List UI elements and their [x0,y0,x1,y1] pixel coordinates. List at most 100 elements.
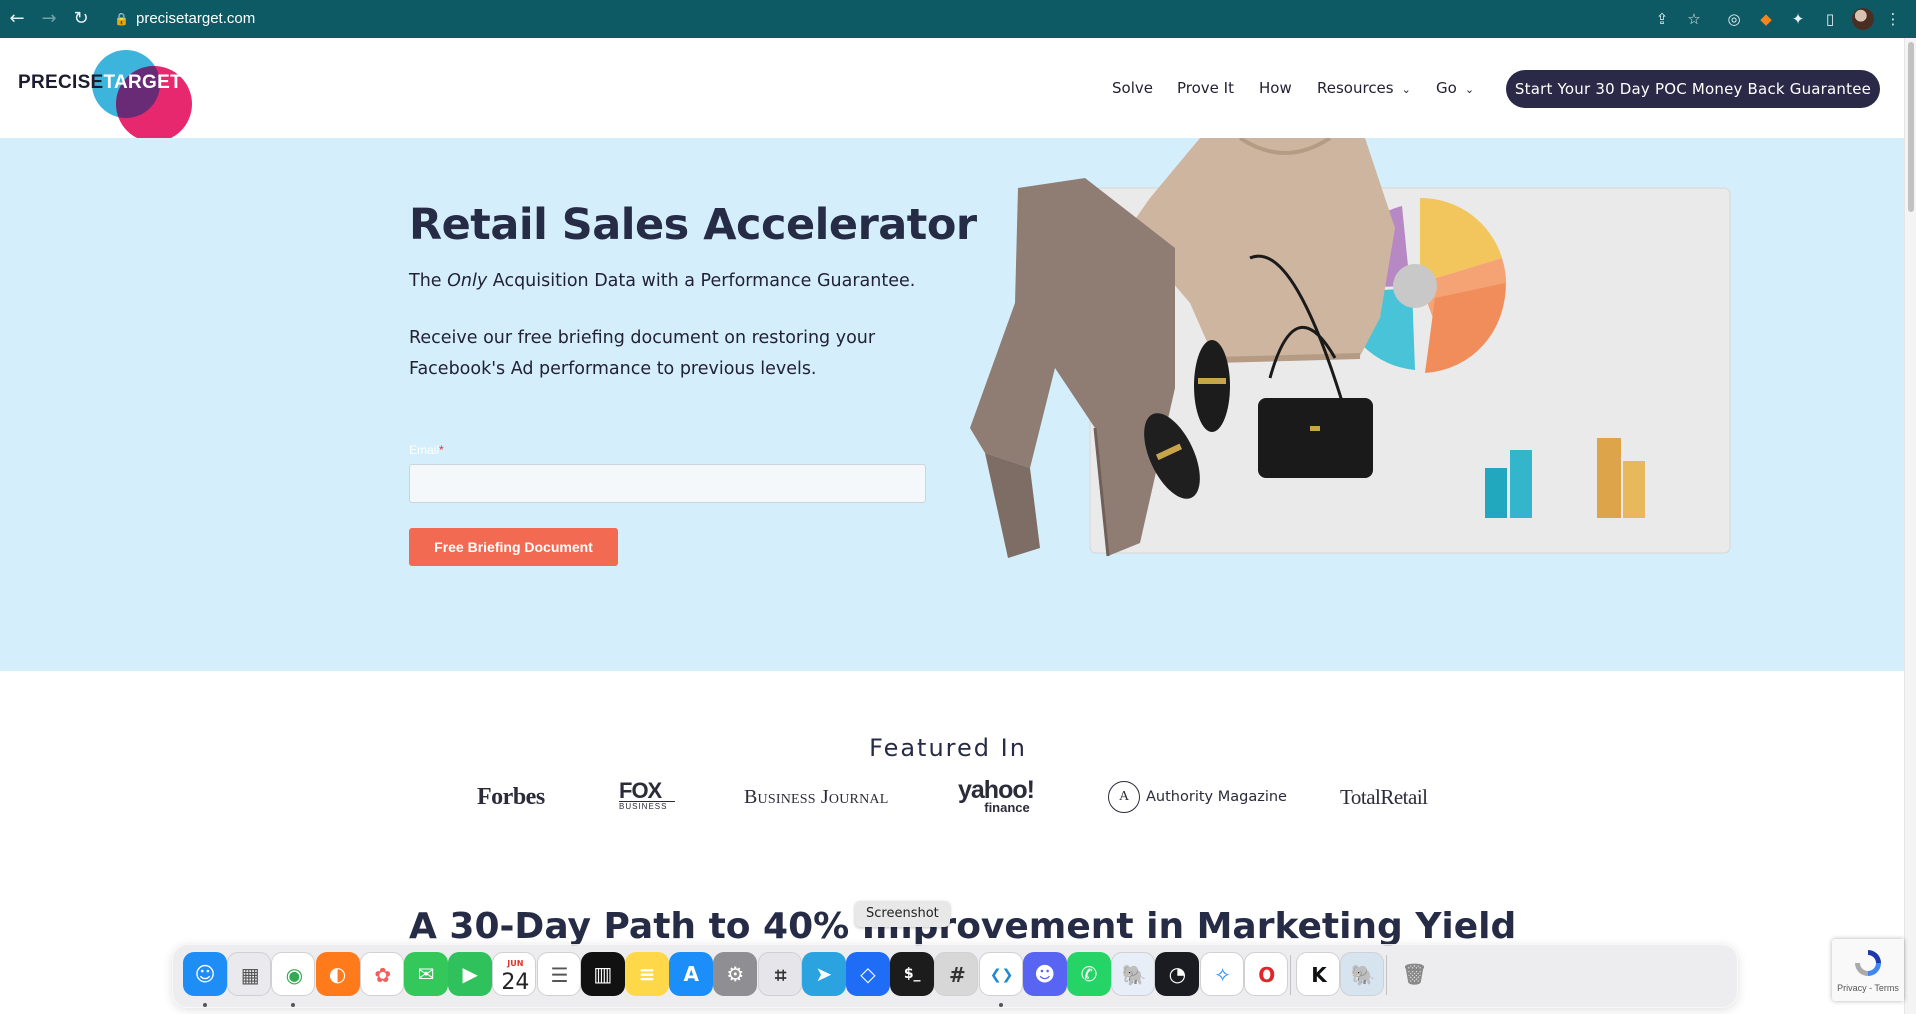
more-menu-icon[interactable]: ⋮ [1882,8,1904,30]
hero-tagline: The Only Acquisition Data with a Perform… [409,271,915,291]
nav-resources[interactable]: Resources ⌄ [1317,78,1411,100]
back-arrow-icon[interactable]: ← [4,6,30,32]
dock-app-store-icon[interactable]: A [669,952,714,996]
dock-separator [1290,955,1291,995]
business-journal-logo[interactable]: Business Journal [744,780,888,814]
free-briefing-button[interactable]: Free Briefing Document [409,528,618,566]
speedometer-icon: ◔ [1168,962,1187,986]
dock-dropbox-icon[interactable]: ◇ [846,952,890,996]
lock-icon[interactable]: 🔒 [114,9,130,29]
sidebar-toggle-icon[interactable]: ▯ [1819,8,1841,30]
chevron-down-icon: ⌄ [1401,83,1411,96]
dock-safari-icon[interactable]: ✧ [1199,952,1244,996]
fox-wordmark: FOX [619,778,662,803]
nav-how[interactable]: How [1259,78,1292,98]
dock-reminders-icon[interactable]: ☰ [536,952,581,996]
yahoo-finance-logo[interactable]: yahoo! finance [958,776,1042,815]
nav-resources-label: Resources [1317,79,1394,97]
section-heading: A 30-Day Path to 40% Improvement in Mark… [409,906,1517,947]
dock-k-icon[interactable]: K [1296,952,1340,996]
dock-tooltip: Screenshot [855,901,950,927]
dock-vscode-icon[interactable]: ❮❯ [978,952,1023,996]
trash-icon: 🗑 [1401,962,1428,986]
dock-elephant-icon[interactable]: 🐘 [1340,952,1385,996]
dock-discord-icon[interactable]: ☻ [1022,952,1067,996]
dock-trash-icon[interactable]: 🗑 [1392,952,1436,996]
precise-target-logo[interactable]: PRECISETARGET [18,50,192,142]
bookmark-star-icon[interactable]: ☆ [1683,8,1705,30]
logo-word-precise: PRECISE [18,72,104,93]
puzzle-extensions-icon[interactable]: ✦ [1787,8,1809,30]
dock-messages-icon[interactable]: ✉ [404,952,448,996]
dock-elephant-icon[interactable]: 🐘 [1111,952,1156,996]
logo-word-target: TARGET [103,72,183,93]
nav-go[interactable]: Go ⌄ [1436,78,1474,100]
nav-solve[interactable]: Solve [1112,78,1153,98]
page-scrollbar[interactable] [1904,38,1916,1014]
whatsapp-icon: ✆ [1080,962,1098,986]
dock-opera-icon[interactable]: O [1243,952,1288,996]
dock-settings-icon[interactable]: ⚙ [713,952,758,996]
browser-toolbar: ← → ↻ 🔒 precisetarget.com ⇪ ☆ ◎ ◆ ✦ ▯ ⋮ [0,0,1916,38]
logo-wordmark: PRECISETARGET [18,72,182,94]
calendar-day: 24 [501,970,530,995]
nav-go-label: Go [1436,79,1457,97]
authority-label: Authority Magazine [1146,789,1287,805]
extension-circle-icon[interactable]: ◎ [1723,8,1745,30]
dock-calculator-icon[interactable]: # [934,952,979,996]
finder-icon: ☺ [194,962,216,986]
dock-whatsapp-icon[interactable]: ✆ [1067,952,1111,996]
firefox-icon: ◐ [328,962,347,986]
yahoo-wordmark: yahoo! [958,776,1035,804]
dock-separator [1386,955,1388,995]
forbes-logo[interactable]: Forbes [477,780,545,814]
tagline-suffix: Acquisition Data with a Performance Guar… [487,271,916,291]
calculator-icon: # [949,963,966,987]
terminal-icon: $_ [903,966,921,982]
dock-facetime-icon[interactable]: ▶ [448,952,493,996]
profile-avatar[interactable] [1852,8,1874,30]
photos-icon: ✿ [374,963,392,987]
metamask-icon[interactable]: ◆ [1755,8,1777,30]
dropbox-icon: ◇ [860,962,876,986]
hero-illustration [970,138,1731,558]
total-retail-logo[interactable]: TotalRetail [1340,780,1428,814]
fox-subtitle: BUSINESS [619,801,675,812]
dock-speedometer-icon[interactable]: ◔ [1155,952,1200,996]
address-bar[interactable]: precisetarget.com [136,8,255,30]
macos-dock: ☺ ▦ ◉ ◐ ✿ ✉ ▶ JUN 24 ☰ ▥ ≡ A ⚙ ⌗ ➤ ◇ $_ # ❮❯ ☻ ✆ 🐘 ◔ ✧ O K 🐘 🗑 [172,944,1738,1008]
discord-icon: ☻ [1034,962,1056,986]
dock-screenshot-icon[interactable]: ⌗ [757,952,802,996]
dock-chrome-icon[interactable]: ◉ [271,952,316,996]
forward-arrow-icon[interactable]: → [36,6,62,32]
running-indicator [203,1003,207,1007]
fox-business-logo[interactable]: FOX BUSINESS [619,778,675,812]
settings-icon: ⚙ [726,962,745,986]
safari-icon: ✧ [1214,963,1231,987]
poc-guarantee-button[interactable]: Start Your 30 Day POC Money Back Guarant… [1506,70,1880,108]
site-header: PRECISETARGET Solve Prove It How Resourc… [0,38,1904,142]
dock-firefox-icon[interactable]: ◐ [315,952,360,996]
dock-terminal-icon[interactable]: $_ [890,952,935,996]
nav-prove-it[interactable]: Prove It [1177,78,1234,98]
required-mark: * [439,443,444,457]
scrollbar-thumb[interactable] [1908,42,1914,212]
recaptcha-badge[interactable]: Privacy - Terms [1832,939,1904,1001]
dock-finder-icon[interactable]: ☺ [183,952,227,996]
dock-notes-icon[interactable]: ≡ [625,952,669,996]
dock-launchpad-icon[interactable]: ▦ [227,952,272,996]
share-icon[interactable]: ⇪ [1651,8,1673,30]
authority-mark-icon: A [1108,781,1140,813]
reload-icon[interactable]: ↻ [68,6,94,32]
dock-calendar-icon[interactable]: JUN 24 [492,952,537,996]
dock-stage-manager-icon[interactable]: ▥ [580,952,625,996]
launchpad-icon: ▦ [240,963,260,987]
recaptcha-footer[interactable]: Privacy - Terms [1832,983,1904,993]
email-input[interactable] [409,464,926,503]
authority-magazine-logo[interactable]: A Authority Magazine [1108,780,1287,814]
dock-telegram-icon[interactable]: ➤ [801,952,846,996]
dock-photos-icon[interactable]: ✿ [359,952,404,996]
tagline-prefix: The [409,271,448,291]
chrome-icon: ◉ [285,963,304,987]
reminders-icon: ☰ [550,963,569,987]
